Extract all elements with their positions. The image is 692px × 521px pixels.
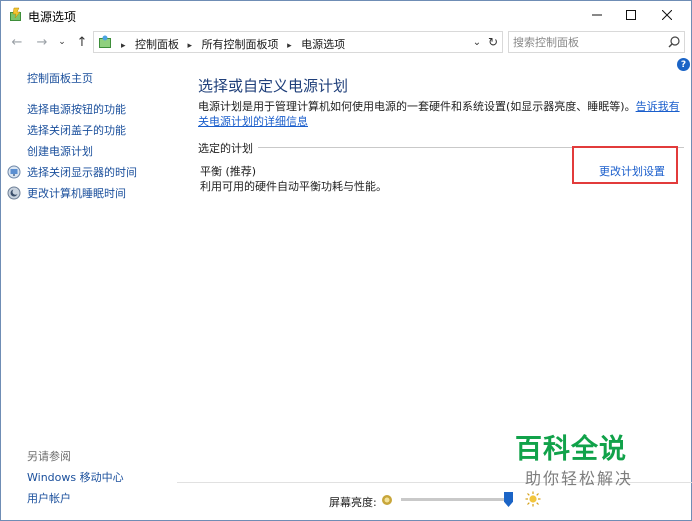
link-create-power-plan[interactable]: 创建电源计划: [27, 143, 93, 159]
navigation-bar: ← → ⌄ ↑ ▸ 控制面板 ▸ 所有控制面板项 ▸ 电源选项 ⌄ ↻ 搜索控制…: [1, 30, 691, 54]
breadcrumb-item-control-panel[interactable]: 控制面板: [135, 36, 179, 52]
window-title: 电源选项: [28, 10, 77, 24]
close-button[interactable]: [649, 1, 685, 29]
address-dropdown-button[interactable]: ⌄: [470, 34, 484, 50]
sun-dim-icon: [382, 495, 392, 505]
help-icon[interactable]: ?: [677, 58, 690, 71]
power-options-icon: [10, 7, 21, 21]
back-button[interactable]: ←: [8, 33, 26, 51]
chevron-down-icon: ⌄: [58, 37, 66, 47]
brightness-slider-track[interactable]: [401, 498, 513, 501]
left-pane: 控制面板主页 选择电源按钮的功能 选择关闭盖子的功能 创建电源计划 选择关闭显示…: [1, 55, 181, 521]
maximize-icon: [626, 10, 636, 20]
control-panel-home-link[interactable]: 控制面板主页: [27, 70, 93, 86]
breadcrumb-item-power-options[interactable]: 电源选项: [301, 36, 345, 52]
breadcrumb-separator: ▸: [121, 41, 126, 51]
breadcrumb-item-all-items[interactable]: 所有控制面板项: [202, 36, 279, 52]
link-user-accounts[interactable]: 用户帐户: [27, 490, 71, 506]
arrow-right-icon: →: [36, 34, 48, 50]
maximize-button[interactable]: [613, 1, 649, 29]
link-sleep-time[interactable]: 更改计算机睡眠时间: [27, 185, 126, 201]
forward-button[interactable]: →: [33, 33, 51, 51]
chevron-down-icon: ⌄: [472, 36, 482, 48]
refresh-button[interactable]: ↻: [486, 34, 500, 50]
search-box[interactable]: [508, 31, 685, 53]
plan-description: 利用可用的硬件自动平衡功耗与性能。: [200, 180, 387, 193]
watermark-subtitle: 助你轻松解决: [525, 469, 634, 488]
selected-plan-heading: 选定的计划: [198, 140, 257, 156]
breadcrumb: ▸ 控制面板 ▸ 所有控制面板项 ▸ 电源选项: [116, 36, 345, 52]
search-icon[interactable]: [667, 35, 681, 49]
search-input[interactable]: [513, 35, 663, 50]
sun-bright-icon: [525, 491, 541, 507]
minimize-icon: [592, 14, 602, 16]
close-icon: [662, 10, 672, 20]
address-bar[interactable]: ▸ 控制面板 ▸ 所有控制面板项 ▸ 电源选项 ⌄ ↻: [93, 31, 503, 53]
brightness-label: 屏幕亮度:: [329, 496, 377, 509]
change-plan-settings-link[interactable]: 更改计划设置: [599, 163, 665, 179]
link-windows-mobility-center[interactable]: Windows 移动中心: [27, 469, 124, 485]
moon-icon: [7, 186, 21, 200]
arrow-up-icon: ↑: [76, 34, 88, 50]
description-text: 电源计划是用于管理计算机如何使用电源的一套硬件和系统设置(如显示器亮度、睡眠等)…: [198, 100, 636, 113]
watermark-title: 百科全说: [515, 434, 627, 465]
title-bar: 电源选项: [1, 1, 691, 29]
see-also-heading: 另请参阅: [27, 450, 71, 463]
link-display-off-time[interactable]: 选择关闭显示器的时间: [27, 164, 137, 180]
brightness-slider-thumb[interactable]: [504, 492, 514, 507]
refresh-icon: ↻: [487, 35, 499, 49]
recent-locations-button[interactable]: ⌄: [56, 33, 68, 51]
link-lid-close-function[interactable]: 选择关闭盖子的功能: [27, 122, 126, 138]
control-panel-icon: [99, 35, 111, 48]
page-title: 选择或自定义电源计划: [198, 77, 349, 95]
power-options-window: 电源选项 ← → ⌄ ↑ ▸ 控制面板 ▸ 所有控制面板项 ▸ 电源选项 ⌄ ↻…: [0, 0, 692, 521]
breadcrumb-separator[interactable]: ▸: [188, 41, 193, 51]
up-button[interactable]: ↑: [73, 33, 91, 51]
breadcrumb-separator[interactable]: ▸: [287, 41, 292, 51]
page-description: 电源计划是用于管理计算机如何使用电源的一套硬件和系统设置(如显示器亮度、睡眠等)…: [198, 99, 684, 129]
plan-name[interactable]: 平衡 (推荐): [200, 163, 256, 179]
monitor-icon: [7, 165, 21, 179]
arrow-left-icon: ←: [11, 34, 23, 50]
link-power-button-function[interactable]: 选择电源按钮的功能: [27, 101, 126, 117]
minimize-button[interactable]: [579, 1, 615, 29]
